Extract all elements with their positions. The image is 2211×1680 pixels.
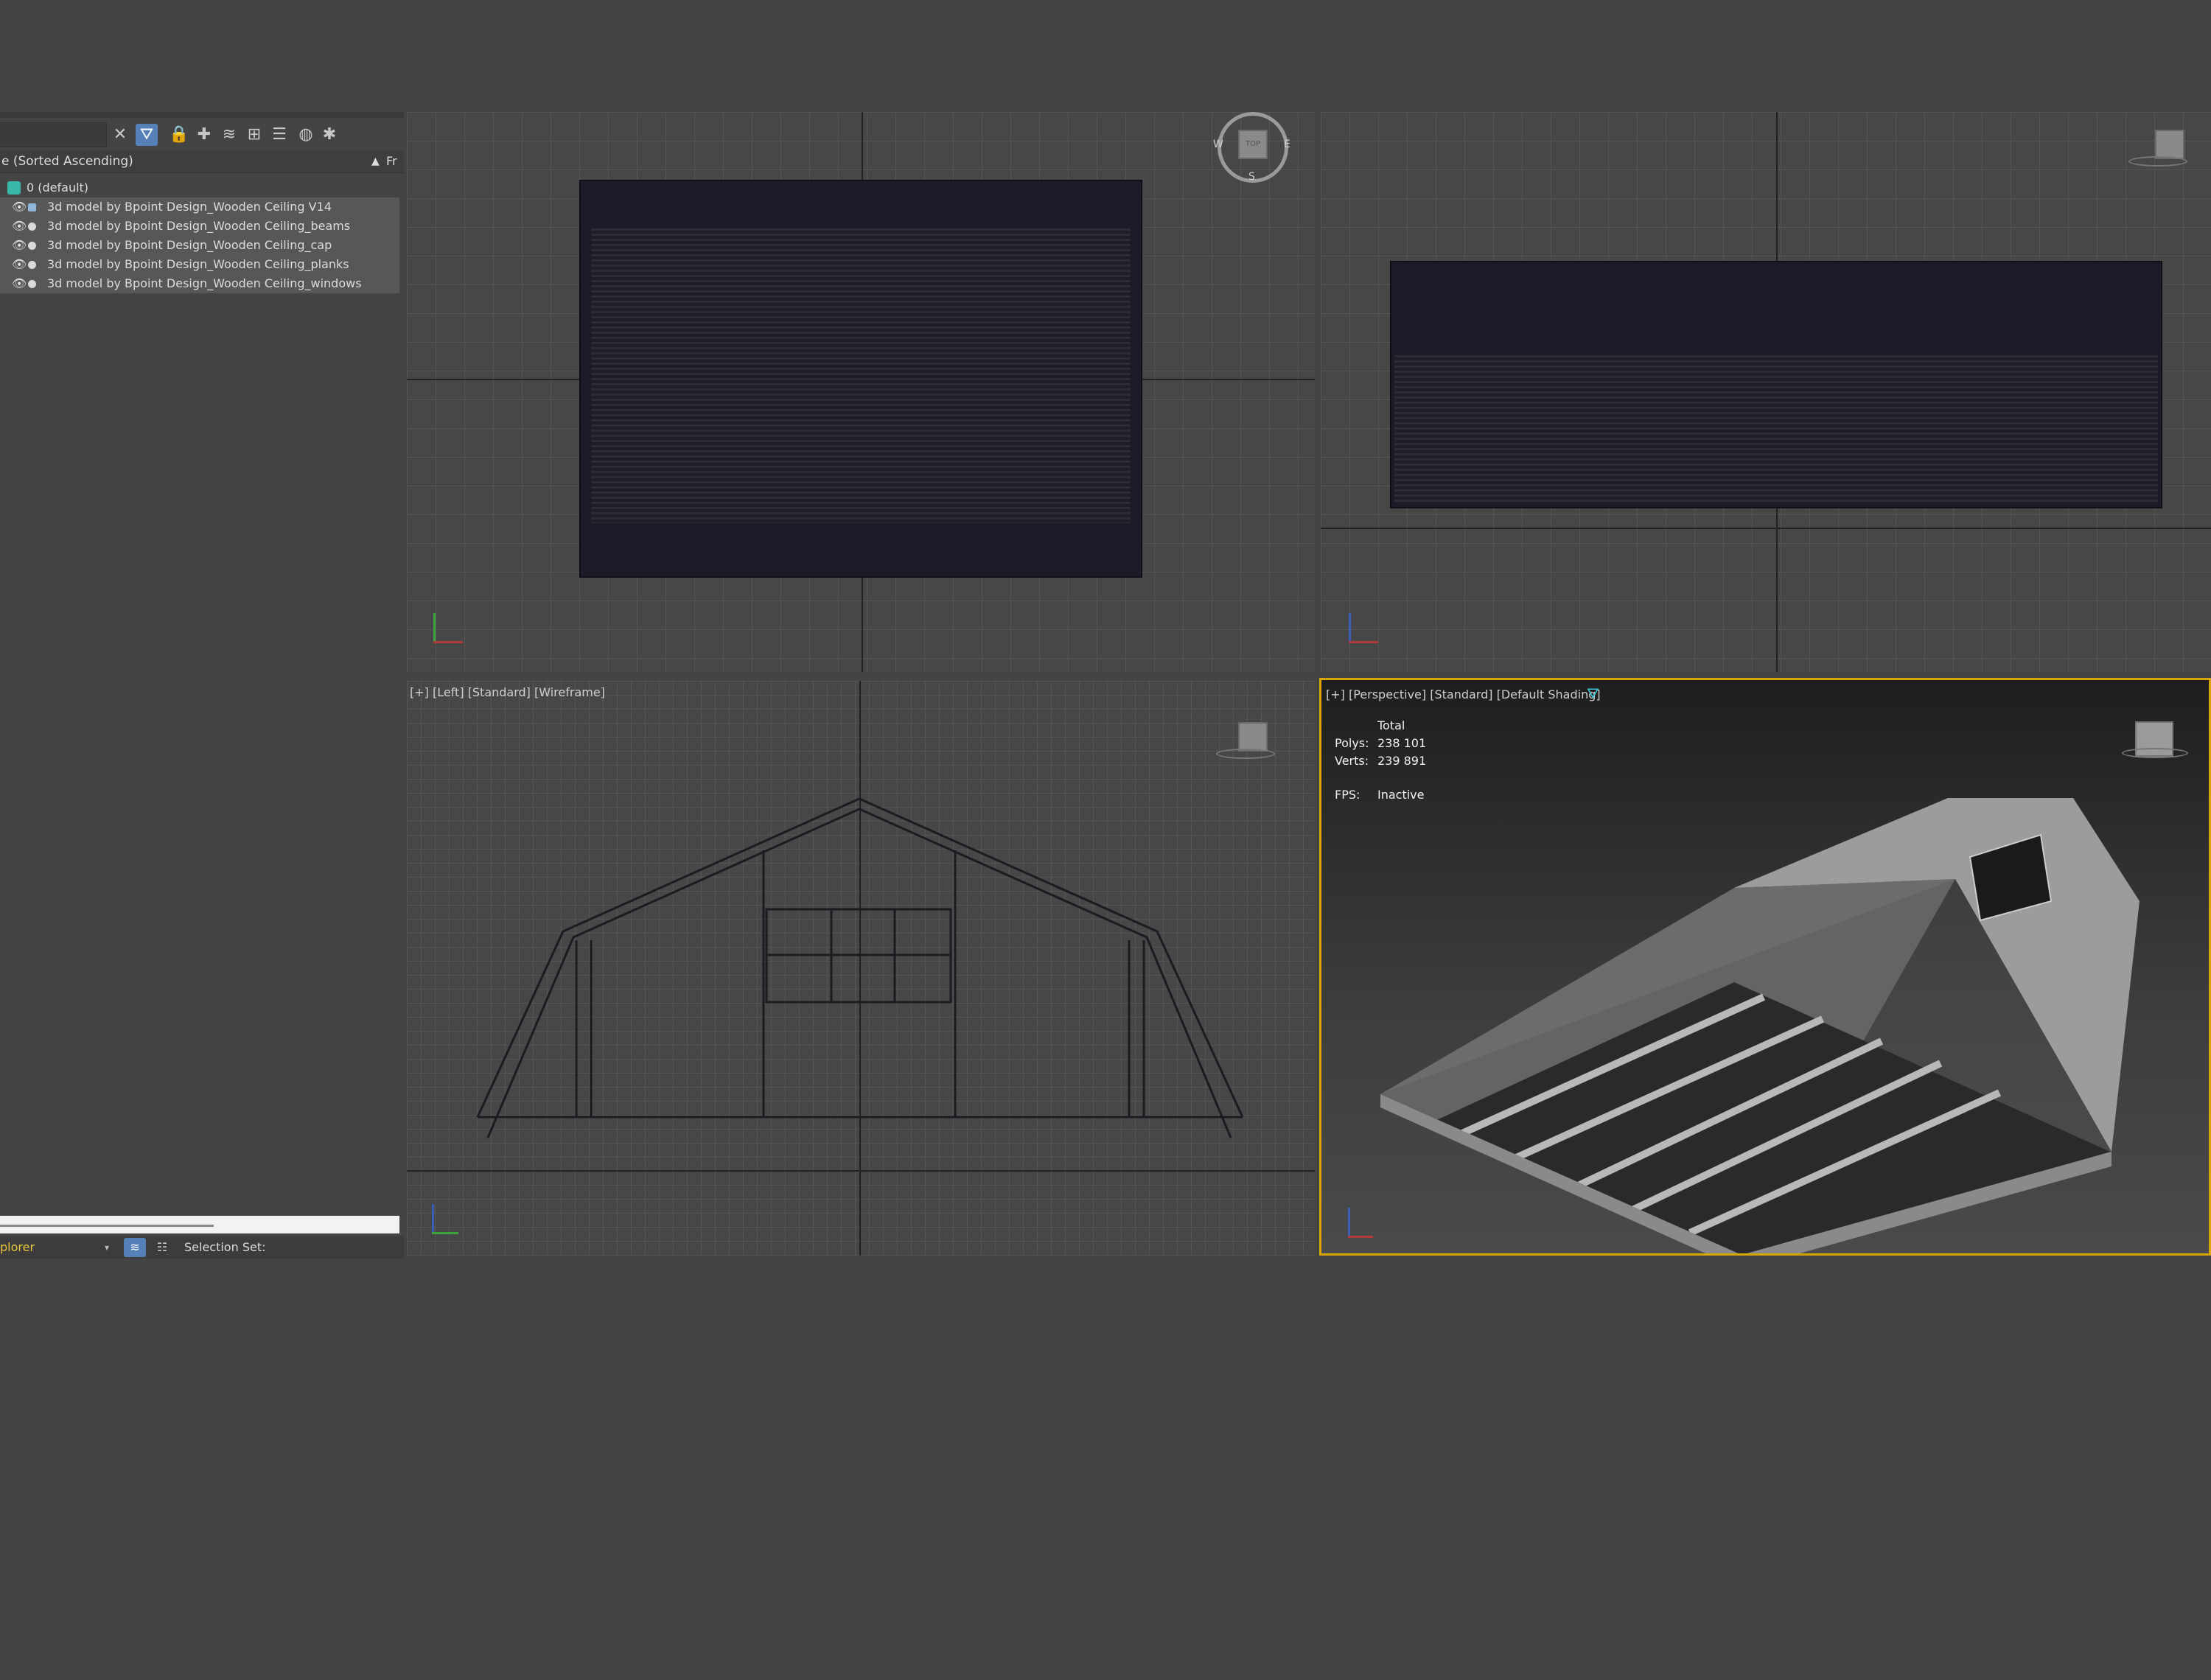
layers-icon[interactable]: ≋ (218, 124, 240, 146)
object-label: 3d model by Bpoint Design_Wooden Ceiling… (47, 238, 332, 252)
object-label: 3d model by Bpoint Design_Wooden Ceiling… (47, 219, 351, 233)
visibility-eye-icon[interactable]: 👁 (12, 236, 27, 255)
visibility-eye-icon[interactable]: 👁 (12, 255, 27, 274)
scrollbar-thumb[interactable] (0, 1225, 214, 1227)
list-item[interactable]: 👁 3d model by Bpoint Design_Wooden Ceili… (0, 236, 399, 255)
axis-tripod-x (1348, 1236, 1373, 1238)
close-icon[interactable]: ✕ (109, 124, 131, 146)
show-icon[interactable]: ◍ (295, 124, 317, 146)
plank-lines (1394, 355, 2158, 503)
hierarchy-icon[interactable]: ⊞ (243, 124, 265, 146)
world-axis-x (1321, 528, 2211, 529)
axis-tripod-y (432, 1232, 458, 1234)
lock-icon[interactable]: 🔒 (168, 124, 190, 146)
list-item[interactable]: 👁 3d model by Bpoint Design_Wooden Ceili… (0, 274, 399, 293)
object-label: 3d model by Bpoint Design_Wooden Ceiling… (47, 200, 332, 214)
viewport-top[interactable]: TOP W E S (407, 112, 1315, 672)
viewcube-ring[interactable] (2122, 748, 2188, 758)
ceiling-wireframe-top (579, 180, 1142, 578)
filter-icon[interactable]: ⛛ (136, 124, 158, 146)
axis-tripod-icon (433, 613, 436, 643)
compass-east: E (1284, 139, 1290, 150)
list-item[interactable]: 👁 3d model by Bpoint Design_Wooden Ceili… (0, 255, 399, 274)
chevron-down-icon[interactable]: ▾ (105, 1236, 109, 1259)
scene-explorer: ✕ ⛛ 🔒 ✚ ≋ ⊞ ☰ ◍ ✱ e (Sorted Ascending) ▲… (0, 112, 404, 1259)
ceiling-wireframe-front (1390, 261, 2162, 508)
visibility-eye-icon[interactable]: 👁 (12, 217, 27, 236)
viewport-front[interactable] (1321, 112, 2211, 672)
settings-icon[interactable]: ✱ (318, 124, 340, 146)
sort-header[interactable]: e (Sorted Ascending) ▲ Fr (0, 150, 404, 173)
layer-mode-icon[interactable]: ≋ (124, 1238, 146, 1257)
visibility-eye-icon[interactable]: 👁 (12, 197, 27, 217)
list-item[interactable]: 👁 3d model by Bpoint Design_Wooden Ceili… (0, 217, 399, 236)
axis-tripod-x (433, 641, 463, 643)
group-object-icon (28, 203, 36, 211)
axis-tripod-x (1349, 641, 1378, 643)
sort-ascending-icon[interactable]: ▲ (371, 150, 380, 172)
hierarchy-mode-icon[interactable]: ☷ (152, 1238, 172, 1257)
object-label: 3d model by Bpoint Design_Wooden Ceiling… (47, 257, 349, 271)
axis-tripod-icon (1348, 1208, 1350, 1237)
list-item[interactable]: 👁 3d model by Bpoint Design_Wooden Ceili… (0, 197, 399, 217)
object-icon (28, 261, 36, 269)
viewcube-icon[interactable] (2155, 130, 2184, 159)
object-icon (28, 280, 36, 288)
explorer-name-dropdown[interactable]: plorer (0, 1236, 35, 1259)
viewcube-ring[interactable] (2128, 156, 2187, 167)
plank-lines (591, 228, 1131, 523)
visibility-eye-icon[interactable]: 👁 (12, 274, 27, 293)
wooden-ceiling-model (1380, 798, 2140, 1253)
layer-row-default[interactable]: 0 (default) (0, 178, 399, 197)
compass-west: W (1213, 139, 1223, 150)
axis-tripod-icon (432, 1204, 434, 1233)
add-object-icon[interactable]: ✚ (193, 124, 215, 146)
axis-tripod-icon (1349, 613, 1351, 643)
compass-south: S (1248, 171, 1255, 183)
sort-label: e (Sorted Ascending) (1, 154, 133, 169)
object-icon (28, 223, 36, 231)
explorer-menu-strip (0, 112, 404, 118)
viewcube-icon[interactable]: TOP (1238, 130, 1268, 159)
viewcube-ring[interactable] (1216, 749, 1275, 759)
viewport-perspective[interactable]: [+] [Perspective] [Standard] [Default Sh… (1319, 678, 2211, 1256)
object-label: 3d model by Bpoint Design_Wooden Ceiling… (47, 276, 362, 290)
explorer-footer: plorer ▾ ≋ ☷ Selection Set: (0, 1236, 404, 1259)
search-input[interactable] (0, 122, 107, 147)
object-icon (28, 242, 36, 250)
layer-icon (7, 181, 21, 195)
selection-set-label: Selection Set: (184, 1240, 266, 1254)
viewcube-icon[interactable] (1238, 722, 1268, 752)
column-header-frozen[interactable]: Fr (386, 150, 397, 172)
layer-stack-icon[interactable]: ☰ (268, 124, 290, 146)
viewport-left[interactable]: [+] [Left] [Standard] [Wireframe] (407, 681, 1315, 1256)
layer-label: 0 (default) (27, 181, 89, 195)
gable-wireframe (476, 797, 1244, 1138)
